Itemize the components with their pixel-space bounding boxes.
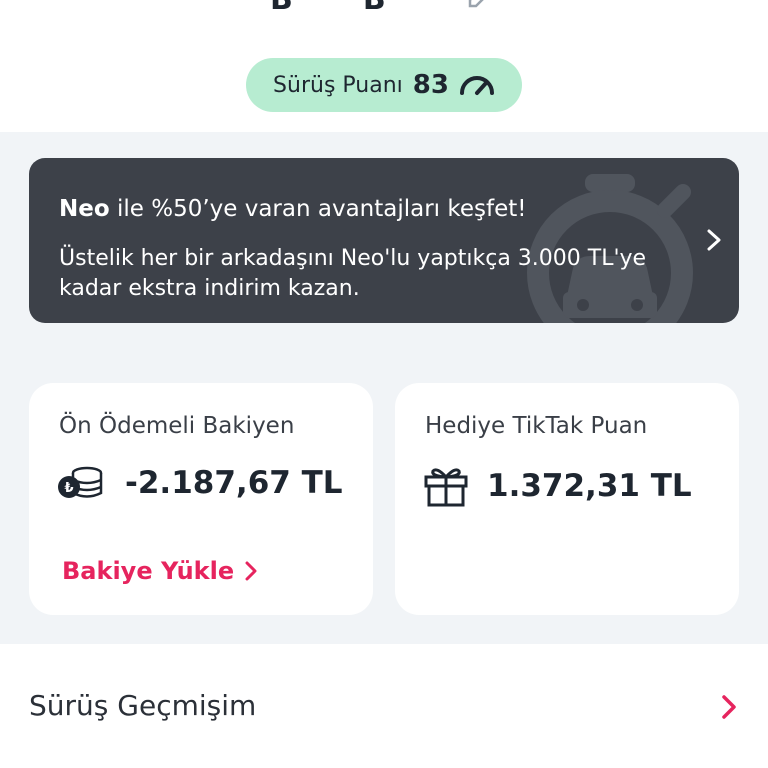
gift-points-amount: 1.372,31 TL <box>487 468 692 504</box>
prepaid-balance-row: ₺ -2.187,67 TL <box>57 465 343 501</box>
promo-banner[interactable]: Neo ile %50’ye varan avantajları keşfet!… <box>29 158 739 323</box>
profile-header: BB Sürüş Puanı 83 <box>0 0 768 132</box>
driving-history-row[interactable]: Sürüş Geçmişim <box>0 645 768 768</box>
promo-brand: Neo <box>59 196 110 222</box>
name-initial-1: B <box>270 0 293 17</box>
pencil-edit-icon[interactable] <box>466 0 494 10</box>
gift-points-card: Hediye TikTak Puan 1.372,31 TL <box>395 383 739 615</box>
user-name-partial: BB <box>270 0 456 17</box>
top-up-balance-link[interactable]: Bakiye Yükle <box>62 557 258 585</box>
gift-points-row: 1.372,31 TL <box>423 465 692 507</box>
chevron-right-icon[interactable] <box>703 227 725 253</box>
prepaid-balance-title: Ön Ödemeli Bakiyen <box>59 413 295 439</box>
gift-box-icon <box>424 468 468 507</box>
chevron-right-icon <box>722 695 736 719</box>
promo-body: Üstelik her bir arkadaşını Neo'lu yaptık… <box>59 246 647 301</box>
prepaid-balance-amount: -2.187,67 TL <box>125 465 343 501</box>
promo-headline-text: ile %50’ye varan avantajları keşfet! <box>109 196 527 222</box>
speedometer-gauge-icon <box>459 76 494 95</box>
name-initial-2: B <box>363 0 386 17</box>
top-up-balance-label: Bakiye Yükle <box>62 557 235 585</box>
driving-history-label: Sürüş Geçmişim <box>29 689 257 722</box>
chevron-right-icon <box>245 561 257 581</box>
prepaid-balance-card: Ön Ödemeli Bakiyen ₺ -2.187,67 TL Bakiye… <box>29 383 373 615</box>
coins-stack-icon: ₺ <box>58 466 103 498</box>
driving-score-badge[interactable]: Sürüş Puanı 83 <box>246 58 522 112</box>
driving-score-label: Sürüş Puanı <box>273 72 403 98</box>
svg-text:₺: ₺ <box>64 481 73 496</box>
gift-points-title: Hediye TikTak Puan <box>425 413 648 439</box>
promo-headline: Neo ile %50’ye varan avantajları keşfet! <box>59 196 527 222</box>
driving-score-value: 83 <box>412 70 449 100</box>
